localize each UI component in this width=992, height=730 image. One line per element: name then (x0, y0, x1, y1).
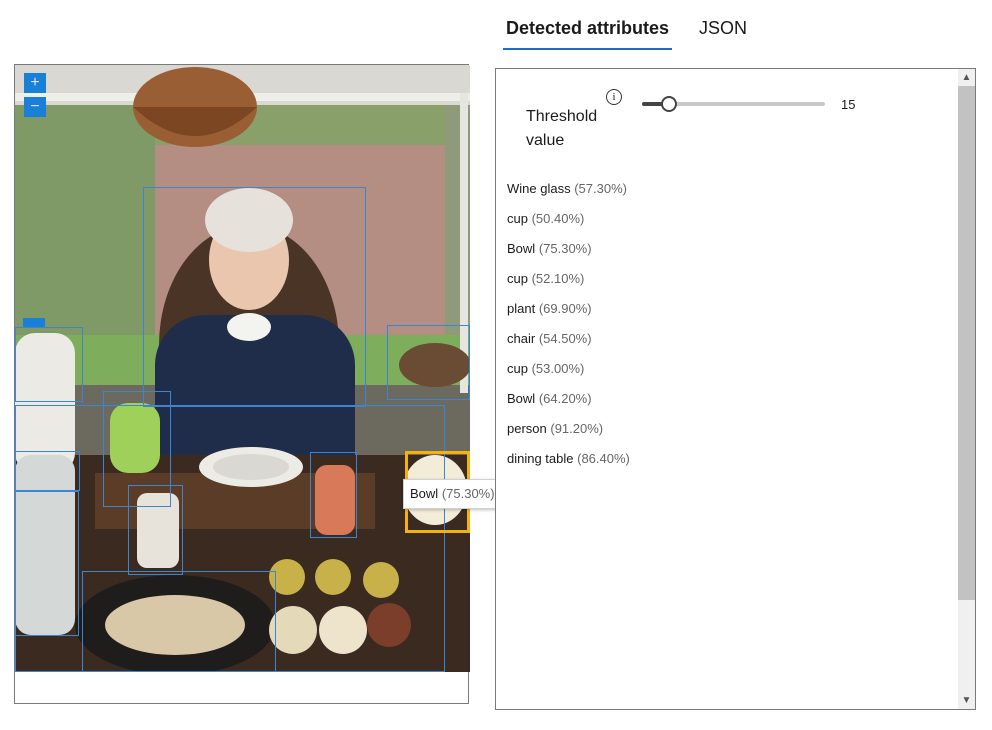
tab-bar: Detected attributes JSON (503, 14, 774, 50)
bbox-label-tab (23, 318, 45, 327)
zoom-out-button[interactable]: − (24, 97, 46, 117)
info-icon[interactable]: i (606, 89, 622, 105)
panel-scrollbar[interactable]: ▲ ▼ (958, 69, 975, 709)
image-viewer: + − Bowl (75.30%) (14, 64, 502, 704)
attribute-item[interactable]: Wine glass (57.30%) (507, 179, 630, 209)
analyzed-photo (15, 65, 470, 672)
attribute-item[interactable]: Bowl (75.30%) (507, 239, 630, 269)
scroll-up-icon[interactable]: ▲ (958, 69, 975, 86)
bbox-plant[interactable] (310, 452, 357, 538)
bbox-chair[interactable] (387, 325, 470, 400)
attribute-confidence: (86.40%) (577, 451, 630, 466)
plus-icon: + (30, 74, 40, 91)
attribute-name: Bowl (507, 391, 536, 406)
attribute-item[interactable]: cup (50.40%) (507, 209, 630, 239)
attribute-name: person (507, 421, 547, 436)
scroll-thumb[interactable] (958, 86, 975, 600)
attribute-confidence: (53.00%) (531, 361, 585, 376)
attribute-item[interactable]: plant (69.90%) (507, 299, 630, 329)
attribute-confidence: (64.20%) (538, 391, 592, 406)
attribute-name: cup (507, 271, 528, 286)
slider-thumb[interactable] (661, 96, 678, 112)
zoom-in-button[interactable]: + (24, 73, 46, 93)
attribute-item[interactable]: cup (53.00%) (507, 359, 630, 389)
attribute-name: plant (507, 301, 536, 316)
bbox-bowl[interactable] (82, 571, 276, 672)
tab-json[interactable]: JSON (696, 14, 750, 50)
attribute-name: Bowl (507, 241, 536, 256)
bbox-tooltip: Bowl (75.30%) (403, 479, 502, 509)
attribute-item[interactable]: Bowl (64.20%) (507, 389, 630, 419)
bbox-person[interactable] (143, 187, 366, 407)
attribute-confidence: (57.30%) (574, 181, 627, 196)
threshold-slider[interactable] (642, 96, 825, 112)
attribute-name: cup (507, 211, 528, 226)
tooltip-confidence: (75.30%) (441, 486, 495, 501)
attribute-name: chair (507, 331, 536, 346)
bbox-cup[interactable] (15, 491, 79, 636)
attribute-confidence: (91.20%) (550, 421, 604, 436)
bbox-cup[interactable] (15, 451, 80, 491)
attribute-confidence: (69.90%) (538, 301, 592, 316)
attributes-panel: Threshold value i 15 Wine glass (57.30%)… (495, 68, 976, 710)
threshold-label: Threshold value (526, 108, 598, 149)
threshold-value: 15 (841, 97, 856, 112)
attribute-item[interactable]: cup (52.10%) (507, 269, 630, 299)
attribute-name: dining table (507, 451, 574, 466)
attribute-confidence: (75.30%) (538, 241, 592, 256)
bbox-cup[interactable] (15, 327, 83, 402)
attribute-item[interactable]: chair (54.50%) (507, 329, 630, 359)
attribute-confidence: (52.10%) (531, 271, 585, 286)
bbox-cup[interactable] (128, 485, 183, 575)
attribute-list: Wine glass (57.30%) cup (50.40%) Bowl (75.… (507, 179, 630, 479)
tooltip-name: Bowl (410, 486, 439, 501)
attribute-confidence: (50.40%) (531, 211, 585, 226)
attribute-item[interactable]: dining table (86.40%) (507, 449, 630, 479)
attribute-name: Wine glass (507, 181, 571, 196)
minus-icon: − (30, 98, 40, 115)
attribute-name: cup (507, 361, 528, 376)
attribute-confidence: (54.50%) (538, 331, 592, 346)
attribute-item[interactable]: person (91.20%) (507, 419, 630, 449)
scroll-down-icon[interactable]: ▼ (958, 692, 975, 709)
tab-detected-attributes[interactable]: Detected attributes (503, 14, 673, 50)
